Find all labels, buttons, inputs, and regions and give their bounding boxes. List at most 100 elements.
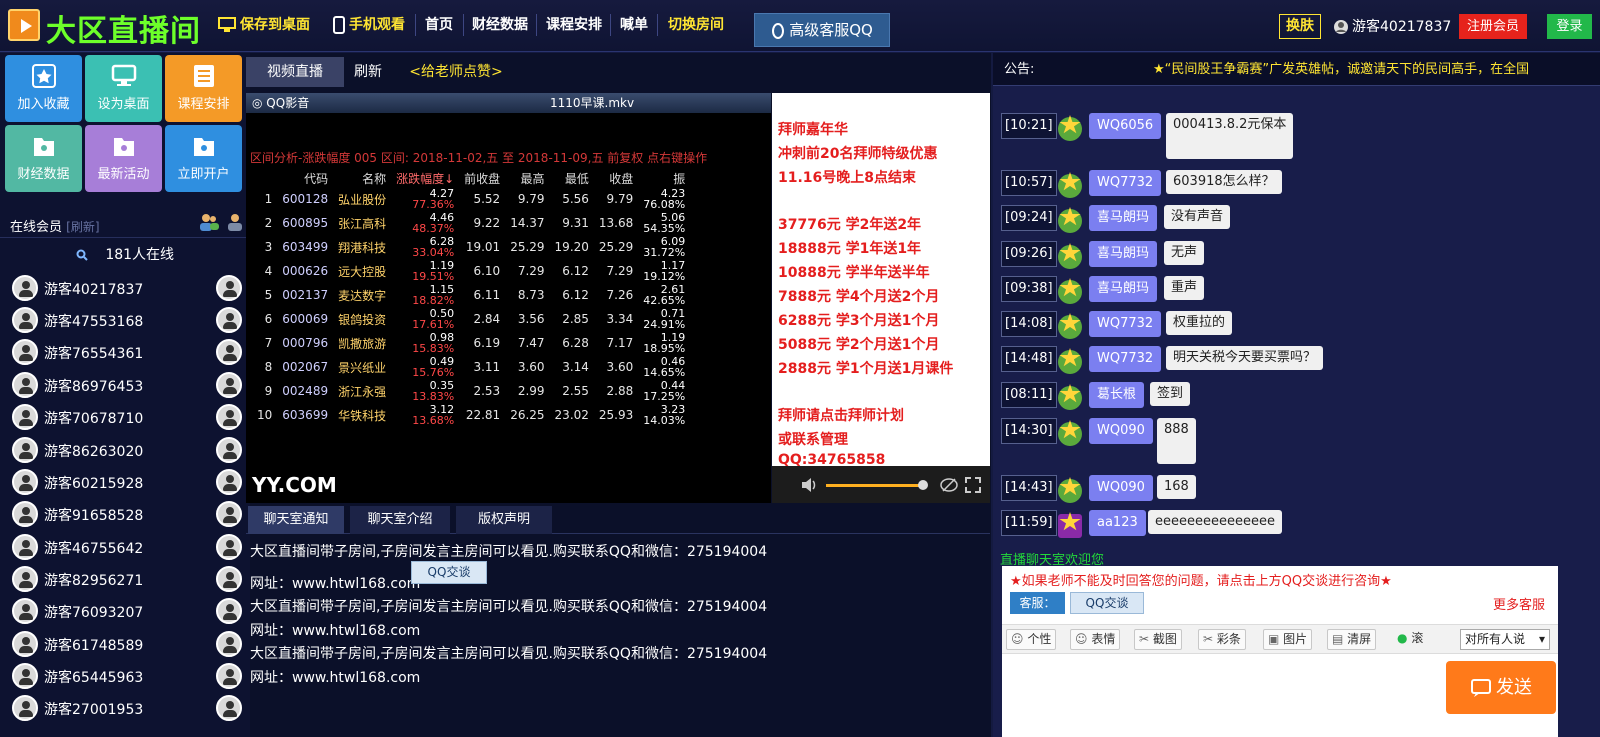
save-desktop-link[interactable]: 保存到桌面: [218, 13, 310, 37]
fullscreen-icon[interactable]: [965, 477, 981, 493]
chat-username[interactable]: WQ7732: [1089, 170, 1162, 196]
chat-username[interactable]: aa123: [1089, 510, 1146, 536]
chat-username[interactable]: 喜马朗玛: [1089, 205, 1158, 231]
avatar: [216, 372, 242, 398]
clear-screen-button[interactable]: ▤ 清屏: [1327, 629, 1377, 650]
user-row[interactable]: 游客65445963: [0, 660, 250, 692]
tile-set-desktop[interactable]: 设为桌面: [85, 55, 162, 122]
chat-time: [14:08]: [1001, 311, 1057, 337]
chat-username[interactable]: 喜马朗玛: [1089, 241, 1158, 267]
amplitude: 0.44 17.25%: [638, 379, 690, 403]
user-name: 游客27001953: [44, 702, 144, 718]
user-name: 游客47553168: [44, 314, 144, 330]
search-icon[interactable]: [76, 249, 88, 261]
current-user-name: 游客40217837: [1352, 19, 1452, 35]
nav-home[interactable]: 首页: [425, 13, 453, 37]
user-row[interactable]: 游客76554361: [0, 336, 250, 368]
volume-slider-handle[interactable]: [918, 480, 928, 490]
prev-close: 5.52: [473, 192, 501, 206]
tile-schedule[interactable]: 课程安排: [165, 55, 242, 122]
player-controls: [772, 466, 990, 503]
low: 6.12: [562, 288, 589, 302]
image-button[interactable]: ▣ 图片: [1263, 629, 1313, 650]
message-input[interactable]: [1002, 655, 1442, 737]
promo-banner[interactable]: 拜师嘉年华 冲刺前20名拜师特级优惠 11.16号晚上8点结束 37776元 学…: [772, 93, 990, 466]
close: 13.68: [598, 216, 634, 230]
chat-username[interactable]: WQ7732: [1089, 311, 1162, 337]
tile-finance-data[interactable]: 财经数据: [5, 125, 82, 192]
screenshot-button[interactable]: ✂ 截图: [1134, 629, 1182, 650]
skin-button[interactable]: 换肤: [1279, 14, 1321, 39]
volume-slider[interactable]: [826, 484, 926, 487]
notice-line: 大区直播间带子房间,子房间发言主房间可以看见.购买联系QQ和微信：2751940…: [250, 646, 768, 662]
send-button[interactable]: 发送: [1446, 661, 1556, 714]
high: 8.73: [517, 288, 545, 302]
nav-finance-data[interactable]: 财经数据: [472, 13, 528, 37]
table-row: 6 600069 银鸽投资 0.50 17.61% 2.84 3.56 2.85 3.34 0.7…: [252, 307, 690, 331]
user-name: 游客70678710: [44, 411, 144, 427]
user-row[interactable]: 游客76093207: [0, 595, 250, 627]
register-button[interactable]: 注册会员: [1459, 14, 1527, 39]
chat-username[interactable]: 葛长根: [1089, 382, 1145, 408]
user-name: 游客91658528: [44, 508, 144, 524]
service-qq-button[interactable]: QQ交谈: [1070, 592, 1144, 614]
group-users-icon[interactable]: [198, 212, 220, 232]
tab-chat-notice[interactable]: 聊天室通知: [248, 506, 344, 534]
barrage-icon[interactable]: [940, 477, 958, 493]
chat-username[interactable]: WQ090: [1089, 418, 1153, 444]
tab-live-video[interactable]: 视频直播: [246, 57, 344, 87]
chat-username[interactable]: 喜马朗玛: [1089, 276, 1158, 302]
mobile-watch-link[interactable]: 手机观看: [333, 13, 405, 37]
video-player[interactable]: ◎ QQ影音 1110早课.mkv 区间分析-涨跌幅度 005 区间: 2018…: [246, 93, 771, 503]
avatar: [216, 695, 242, 721]
user-row[interactable]: 游客61748589: [0, 628, 250, 660]
recipient-select[interactable]: 对所有人说 ▾: [1460, 629, 1550, 650]
announcement-text[interactable]: ★“民间股王争霸赛”广发英雄帖，诚邀请天下的民间高手，在全国: [1153, 53, 1529, 86]
nav-schedule[interactable]: 课程安排: [546, 13, 602, 37]
prev-close: 22.81: [465, 408, 501, 422]
more-service-link[interactable]: 更多客服: [1493, 594, 1545, 613]
chat-username[interactable]: WQ7732: [1089, 346, 1162, 372]
persona-button[interactable]: ☺ 个性: [1006, 629, 1057, 650]
user-row[interactable]: 游客60215928: [0, 466, 250, 498]
col-code: 代码: [304, 171, 329, 186]
close: 9.79: [606, 192, 634, 206]
scroll-toggle[interactable]: ● 滚: [1393, 629, 1427, 650]
user-row[interactable]: 游客40217837: [0, 272, 250, 304]
refresh-link[interactable]: [刷新]: [66, 220, 99, 234]
user-row[interactable]: 游客47553168: [0, 304, 250, 336]
chat-username[interactable]: WQ6056: [1089, 113, 1162, 139]
tab-like-teacher[interactable]: <给老师点赞>: [400, 57, 512, 87]
user-row[interactable]: 游客27001953: [0, 692, 250, 724]
chat-bubble: 888: [1157, 418, 1196, 464]
premium-qq-button[interactable]: 高级客服QQ: [754, 13, 890, 47]
single-user-icon[interactable]: [226, 212, 244, 232]
avatar: [216, 501, 242, 527]
tab-chat-intro[interactable]: 聊天室介绍: [350, 506, 450, 534]
user-row[interactable]: 游客91658528: [0, 498, 250, 530]
phone-icon: [333, 16, 345, 34]
nav-switch-room[interactable]: 切换房间: [668, 13, 724, 37]
user-row[interactable]: 游客86976453: [0, 369, 250, 401]
avatar: [216, 663, 242, 689]
color-bar-button[interactable]: ✂ 彩条: [1198, 629, 1246, 650]
user-row[interactable]: 游客82956271: [0, 563, 250, 595]
avatar: [216, 534, 242, 560]
tab-copyright[interactable]: 版权声明: [456, 506, 552, 534]
avatar: [216, 469, 242, 495]
login-button[interactable]: 登录: [1547, 14, 1592, 39]
emoji-button[interactable]: ☺ 表情: [1070, 629, 1121, 650]
stock-name: 银鸽投资: [338, 312, 387, 327]
user-row[interactable]: 游客86263020: [0, 434, 250, 466]
tab-refresh[interactable]: 刷新: [344, 57, 392, 87]
chat-username[interactable]: WQ090: [1089, 475, 1153, 501]
volume-icon[interactable]: [800, 477, 818, 493]
tile-latest-events[interactable]: 最新活动: [85, 125, 162, 192]
nav-calls[interactable]: 喊单: [620, 13, 648, 37]
tile-bookmark[interactable]: 加入收藏: [5, 55, 82, 122]
user-row[interactable]: 游客70678710: [0, 401, 250, 433]
user-row[interactable]: 游客46755642: [0, 531, 250, 563]
qq-chat-button[interactable]: QQ交谈: [411, 561, 487, 584]
user-name: 游客61748589: [44, 638, 144, 654]
tile-open-account[interactable]: 立即开户: [165, 125, 242, 192]
